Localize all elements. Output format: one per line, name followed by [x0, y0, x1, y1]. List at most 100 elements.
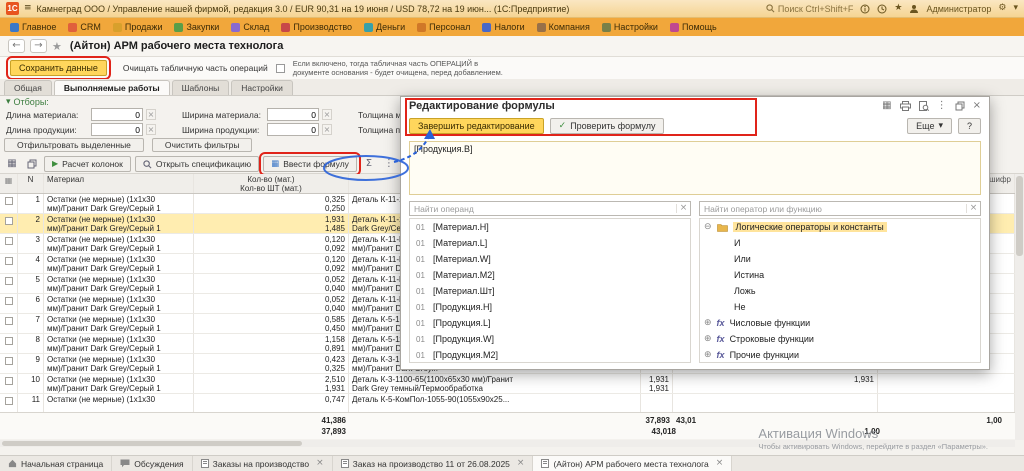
clear-icon[interactable]: × — [146, 109, 156, 120]
calc-columns-button[interactable]: ▶Расчет колонок — [44, 156, 131, 172]
hamburger-icon[interactable]: ≡ — [24, 4, 32, 13]
function-group[interactable]: ⊕fxЧисловые функции — [700, 315, 980, 331]
help-button[interactable]: ? — [958, 118, 981, 134]
collapse-icon[interactable]: ⊖ — [704, 223, 712, 232]
copy-icon[interactable] — [24, 157, 40, 172]
filter-input-product-length[interactable] — [91, 123, 143, 136]
open-spec-button[interactable]: Открыть спецификацию — [135, 156, 259, 172]
row-checkbox[interactable] — [5, 297, 13, 305]
operator-item[interactable]: Ложь — [700, 283, 980, 299]
close-icon[interactable]: × — [973, 101, 981, 111]
filter-input-product-width[interactable] — [267, 123, 319, 136]
menu-item-nalogi[interactable]: Налоги — [482, 22, 524, 32]
clear-icon[interactable]: × — [146, 124, 156, 135]
more-tools-icon[interactable]: ⋮ — [381, 157, 397, 172]
row-checkbox[interactable] — [5, 357, 13, 365]
menu-item-prodazhi[interactable]: Продажи — [113, 22, 163, 32]
clear-filters-button[interactable]: Очистить фильтры — [152, 138, 253, 152]
formula-editor[interactable]: [Продукция.В] — [409, 141, 981, 195]
row-checkbox[interactable] — [5, 397, 13, 405]
function-group[interactable]: ⊕fxПрочие функции — [700, 347, 980, 363]
menu-item-pomosch[interactable]: Помощь — [670, 22, 717, 32]
operator-item[interactable]: Не — [700, 299, 980, 315]
clear-icon[interactable]: × — [322, 124, 332, 135]
finish-editing-button[interactable]: Завершить редактирование — [409, 118, 544, 134]
clear-icon[interactable]: × — [966, 204, 980, 213]
operand-item[interactable]: 01[Продукция.M2] — [410, 347, 690, 363]
scrollbar-thumb[interactable] — [2, 441, 302, 446]
taskbar-item-discussions[interactable]: Обсуждения — [112, 456, 192, 471]
row-checkbox[interactable] — [5, 277, 13, 285]
settings-gear-icon[interactable]: ⚙ — [998, 4, 1006, 13]
taskbar-item-arm-technolog[interactable]: (Айтон) АРМ рабочего места технолога× — [533, 456, 732, 471]
close-icon[interactable]: × — [716, 459, 724, 468]
taskbar-item-home[interactable]: Начальная страница — [0, 456, 112, 471]
function-group[interactable]: ⊕fxСтроковые функции — [700, 331, 980, 347]
more-button[interactable]: Еще▾ — [907, 118, 952, 134]
row-checkbox[interactable] — [5, 217, 13, 225]
clear-icon[interactable]: × — [676, 204, 690, 213]
tab-obschaya[interactable]: Общая — [4, 80, 52, 95]
sum-icon[interactable]: Σ — [361, 157, 377, 172]
row-checkbox[interactable] — [5, 317, 13, 325]
expand-icon[interactable]: ⊕ — [704, 335, 712, 344]
menu-item-zakupki[interactable]: Закупки — [174, 22, 219, 32]
menu-item-sklad[interactable]: Склад — [231, 22, 269, 32]
filter-selected-button[interactable]: Отфильтровать выделенные — [4, 138, 144, 152]
operator-group[interactable]: ⊖Логические операторы и константы — [700, 219, 980, 235]
operand-item[interactable]: 01[Материал.L] — [410, 235, 690, 251]
clear-operations-checkbox[interactable] — [276, 64, 285, 73]
tab-nastroyki[interactable]: Настройки — [231, 80, 293, 95]
row-checkbox[interactable] — [5, 337, 13, 345]
taskbar-item-orders-list[interactable]: Заказы на производство× — [193, 456, 333, 471]
check-formula-button[interactable]: ✓Проверить формулу — [550, 118, 665, 134]
operand-item[interactable]: 01[Материал.M2] — [410, 267, 690, 283]
vertical-scrollbar[interactable] — [1015, 174, 1024, 440]
header-n[interactable]: N — [18, 174, 44, 193]
close-icon[interactable]: × — [517, 459, 525, 468]
operand-search-input[interactable] — [410, 204, 676, 214]
kebab-icon[interactable]: ⋮ — [937, 101, 947, 111]
user-name[interactable]: Администратор — [926, 4, 991, 14]
table-view-icon[interactable]: ▦ — [882, 101, 891, 111]
expand-icon[interactable]: ⊕ — [704, 319, 712, 328]
row-checkbox[interactable] — [5, 237, 13, 245]
tab-vypolnyaemye-raboty[interactable]: Выполняемые работы — [54, 80, 170, 95]
operand-item[interactable]: 01[Материал.W] — [410, 251, 690, 267]
table-row[interactable]: 11Остатки (не мерные) (1х1х300,747Деталь… — [0, 394, 1015, 414]
menu-item-glavnoe[interactable]: Главное — [10, 22, 56, 32]
operand-item[interactable]: 01[Материал.Шт] — [410, 283, 690, 299]
restore-window-icon[interactable] — [955, 101, 965, 111]
chevron-down-icon[interactable]: ▾ — [1013, 4, 1018, 13]
header-material[interactable]: Материал — [44, 174, 194, 193]
menu-item-dengi[interactable]: Деньги — [364, 22, 405, 32]
header-select[interactable]: ▦ — [0, 174, 18, 193]
filter-input-material-length[interactable] — [91, 108, 143, 121]
row-checkbox[interactable] — [5, 197, 13, 205]
grid-icon[interactable]: ▦ — [4, 157, 20, 172]
row-checkbox[interactable] — [5, 377, 13, 385]
favorites-star-icon[interactable]: ★ — [894, 4, 902, 13]
operator-item[interactable]: И — [700, 235, 980, 251]
expand-icon[interactable]: ⊕ — [704, 351, 712, 360]
global-search[interactable]: Поиск Ctrl+Shift+F — [766, 4, 853, 14]
taskbar-item-order-11[interactable]: Заказ на производство 11 от 26.08.2025× — [333, 456, 534, 471]
menu-item-proizvodstvo[interactable]: Производство — [281, 22, 352, 32]
history-clock-icon[interactable] — [877, 4, 887, 14]
menu-item-nastroyki[interactable]: Настройки — [602, 22, 658, 32]
print-icon[interactable] — [900, 101, 911, 111]
info-icon[interactable] — [860, 4, 870, 14]
clear-icon[interactable]: × — [322, 109, 332, 120]
enter-formula-button[interactable]: ▦Ввести формулу — [263, 156, 357, 172]
operand-item[interactable]: 01[Продукция.H] — [410, 299, 690, 315]
tab-shablony[interactable]: Шаблоны — [172, 80, 230, 95]
menu-item-crm[interactable]: CRM — [68, 22, 101, 32]
operator-item[interactable]: Истина — [700, 267, 980, 283]
operand-item[interactable]: 01[Материал.H] — [410, 219, 690, 235]
close-icon[interactable]: × — [316, 459, 324, 468]
scrollbar-thumb[interactable] — [1016, 176, 1023, 256]
menu-item-kompaniya[interactable]: Компания — [537, 22, 590, 32]
favorite-star-icon[interactable]: ★ — [52, 41, 62, 52]
save-data-button[interactable]: Сохранить данные — [10, 60, 107, 76]
preview-icon[interactable] — [919, 101, 929, 111]
